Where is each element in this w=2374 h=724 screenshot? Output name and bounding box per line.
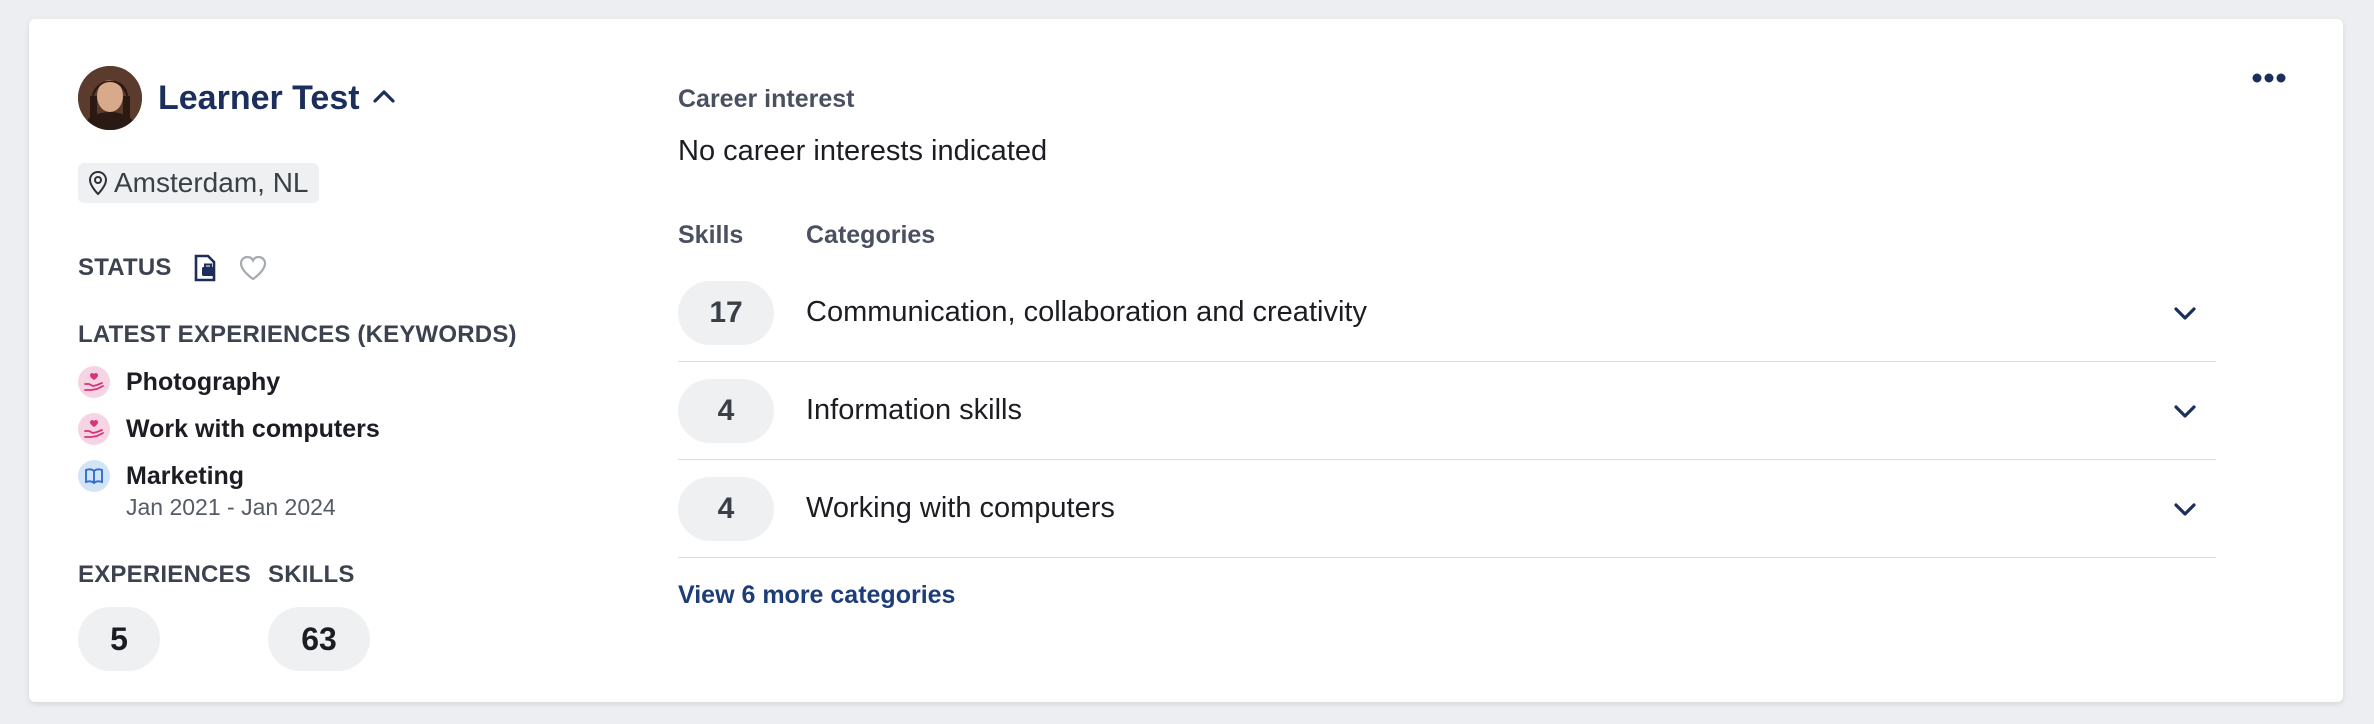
category-skill-count: 4 <box>678 378 774 443</box>
book-icon <box>78 460 110 492</box>
experience-title: Marketing <box>126 462 245 490</box>
list-item: Photography <box>78 366 380 398</box>
latest-experiences-list: Photography Work with computers Marketin… <box>78 366 380 537</box>
category-row[interactable]: 17 Communication, collaboration and crea… <box>678 264 2216 362</box>
category-skill-count: 17 <box>678 280 774 345</box>
skills-count-block: SKILLS 63 <box>268 561 370 671</box>
skills-count: 63 <box>268 607 370 671</box>
status-label: STATUS <box>78 254 172 281</box>
learner-name: Learner Test <box>158 78 360 117</box>
latest-experiences-title: LATEST EXPERIENCES (KEYWORDS) <box>78 321 517 348</box>
skills-label: SKILLS <box>268 561 355 588</box>
location-chip: Amsterdam, NL <box>78 163 319 203</box>
category-row[interactable]: 4 Information skills <box>678 362 2216 460</box>
category-name: Communication, collaboration and creativ… <box>806 296 1367 328</box>
category-name: Working with computers <box>806 492 1115 524</box>
list-item: Work with computers <box>78 413 380 445</box>
profile-header: Learner Test <box>78 66 398 130</box>
hand-heart-icon <box>78 366 110 398</box>
skill-categories-list: 17 Communication, collaboration and crea… <box>678 264 2216 558</box>
learner-card: Learner Test Amsterdam, NL STATUS LATEST… <box>29 19 2343 702</box>
chevron-down-icon[interactable] <box>2170 396 2200 426</box>
skills-column-header: Skills <box>678 221 744 249</box>
chevron-down-icon[interactable] <box>2170 298 2200 328</box>
location-pin-icon <box>88 170 108 196</box>
chevron-down-icon[interactable] <box>2170 494 2200 524</box>
location-text: Amsterdam, NL <box>114 167 309 198</box>
experience-date: Jan 2021 - Jan 2024 <box>126 494 336 520</box>
status-row: STATUS <box>78 253 268 283</box>
experiences-label: EXPERIENCES <box>78 561 251 588</box>
more-options-icon[interactable] <box>2245 63 2293 93</box>
learner-name-toggle[interactable]: Learner Test <box>158 79 398 118</box>
category-name: Information skills <box>806 394 1022 426</box>
experience-title: Work with computers <box>126 415 380 443</box>
career-interest-label: Career interest <box>678 85 855 113</box>
career-interest-value: No career interests indicated <box>678 135 1048 167</box>
experiences-count: 5 <box>78 607 160 671</box>
chevron-up-icon <box>370 82 398 115</box>
experiences-count-block: EXPERIENCES 5 <box>78 561 251 671</box>
view-more-categories-link[interactable]: View 6 more categories <box>678 581 955 610</box>
hand-heart-icon <box>78 413 110 445</box>
category-skill-count: 4 <box>678 476 774 541</box>
list-item: Marketing Jan 2021 - Jan 2024 <box>78 460 380 522</box>
category-row[interactable]: 4 Working with computers <box>678 460 2216 558</box>
experience-title: Photography <box>126 368 281 396</box>
categories-column-header: Categories <box>806 221 936 249</box>
summary-counts: EXPERIENCES 5 SKILLS 63 <box>78 561 414 671</box>
avatar <box>78 66 142 130</box>
heart-icon[interactable] <box>238 254 268 282</box>
cv-document-icon[interactable] <box>190 253 220 283</box>
